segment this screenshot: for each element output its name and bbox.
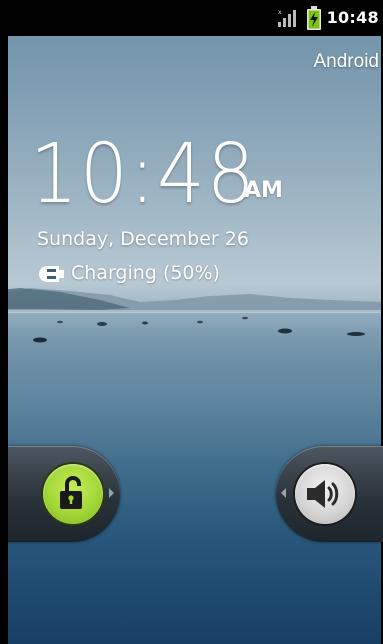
status-bar: x 10:48 (0, 0, 383, 36)
date-label: Sunday, December 26 (37, 228, 249, 250)
sound-toggle-button[interactable] (295, 464, 355, 524)
clock-ampm: AM (244, 178, 283, 203)
slide-right-arrow-icon (109, 488, 114, 498)
carrier-label: Android (313, 51, 380, 72)
unlock-button[interactable] (43, 464, 103, 524)
lock-clock: 10:48 AM (30, 127, 283, 222)
svg-text:x: x (278, 9, 282, 16)
sound-slider-tab[interactable] (276, 446, 383, 542)
slide-left-arrow-icon (281, 488, 286, 498)
lake-wallpaper-art (0, 288, 383, 393)
plug-icon (39, 266, 64, 282)
speaker-icon (307, 480, 339, 508)
wallpaper (0, 0, 383, 644)
screen-edge-left (0, 0, 8, 644)
charging-label: Charging (50%) (71, 262, 220, 284)
battery-charging-icon (307, 6, 321, 30)
unlock-slider-tab[interactable] (8, 446, 120, 542)
unlock-padlock-icon (60, 476, 82, 509)
signal-bars-icon: x (278, 9, 296, 27)
lock-screen: x 10:48 Android 10:48 AM Sunday, Decembe… (0, 0, 383, 644)
clock-time: 10:48 (30, 127, 257, 222)
status-bar-time: 10:48 (326, 8, 379, 27)
